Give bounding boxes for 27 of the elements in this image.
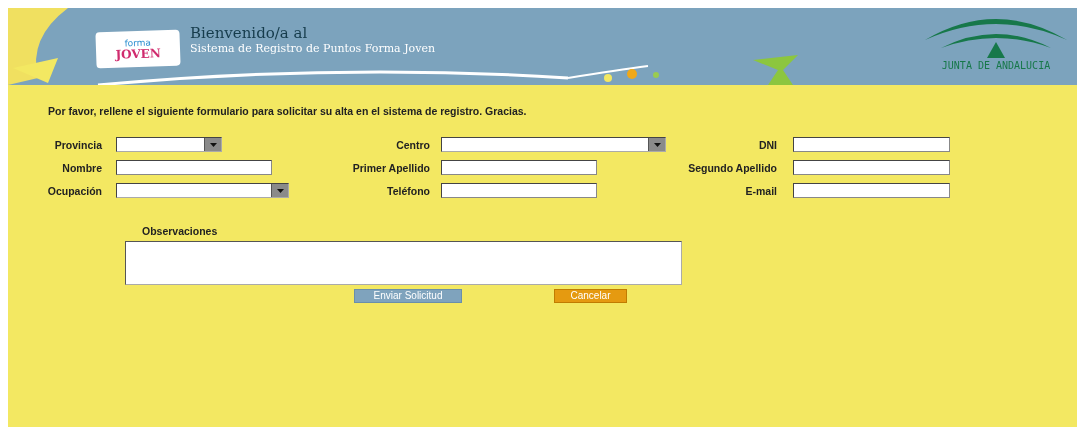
system-subtitle: Sistema de Registro de Puntos Forma Joven <box>190 41 435 56</box>
dropdown-field[interactable] <box>441 137 666 152</box>
field-label: E-mail <box>745 184 778 197</box>
observations-label: Observaciones <box>142 225 219 237</box>
field-label: Teléfono <box>387 184 431 197</box>
junta-logo-text: JUNTA DE ANDALUCIA <box>941 60 1051 71</box>
input-field[interactable] <box>116 160 272 175</box>
cancel-button[interactable]: Cancelar <box>554 289 627 303</box>
intro-text: Por favor, rellene el siguiente formulario para solicitar su alta en el sistema de registro. Gracias. <box>48 105 528 117</box>
field-label: DNI <box>758 138 778 151</box>
input-field[interactable] <box>441 160 597 175</box>
dropdown-field[interactable] <box>116 183 289 198</box>
field-label: Nombre <box>62 161 103 174</box>
submit-button[interactable]: Enviar Solicitud <box>354 289 462 303</box>
field-label: Centro <box>396 138 431 151</box>
input-field[interactable] <box>793 160 950 175</box>
welcome-title: Bienvenido/a al <box>190 23 309 42</box>
field-label: Segundo Apellido <box>688 161 778 174</box>
field-label: Provincia <box>54 138 103 151</box>
forma-joven-logo: forma JOVEN <box>95 29 181 68</box>
field-label: Ocupación <box>47 184 103 197</box>
input-field[interactable] <box>793 183 950 198</box>
field-label: Primer Apellido <box>352 161 431 174</box>
dropdown-field[interactable] <box>116 137 222 152</box>
input-field[interactable] <box>793 137 950 152</box>
input-field[interactable] <box>441 183 597 198</box>
observations-field[interactable] <box>125 241 682 285</box>
